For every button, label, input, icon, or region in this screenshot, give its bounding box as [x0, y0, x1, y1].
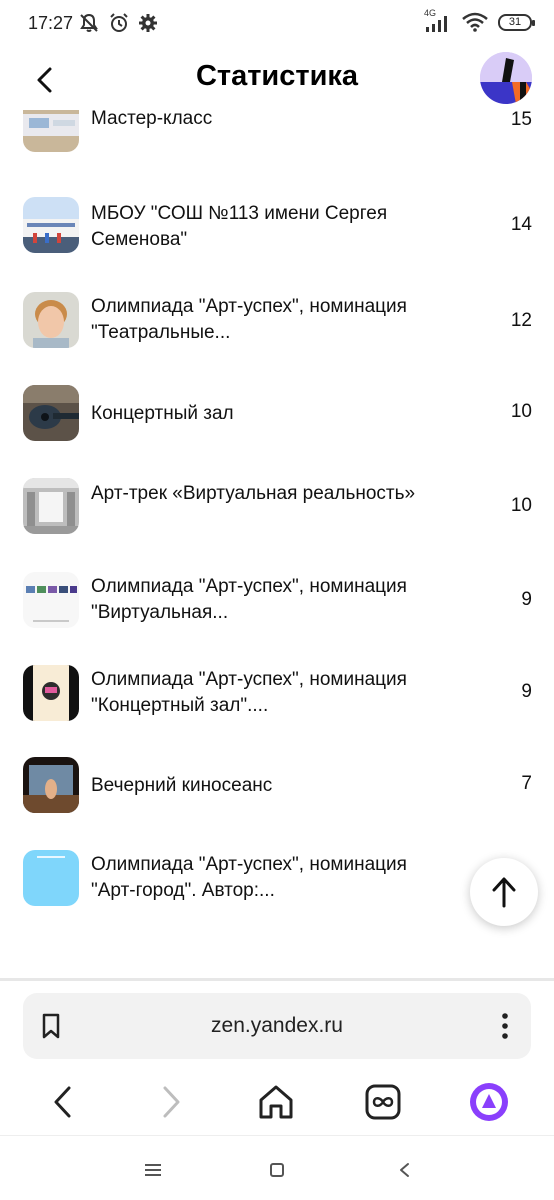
item-view-count: 10	[510, 495, 532, 516]
photo-child-portrait-icon	[23, 292, 79, 348]
photo-blue-card-icon	[23, 850, 79, 906]
browser-menu-button[interactable]	[499, 1011, 511, 1041]
item-view-count: 9	[521, 681, 532, 702]
item-view-count: 10	[510, 401, 532, 422]
status-time: 17:27	[28, 13, 74, 33]
alarm-icon	[110, 13, 128, 32]
item-title: Олимпиада "Арт-успех", номинация "Арт-го…	[91, 854, 407, 901]
cellular-signal-icon: 4G	[422, 8, 452, 32]
list-item[interactable]: Вечерний киносеанс 7	[0, 757, 554, 837]
item-view-count: 9	[521, 589, 532, 610]
item-view-count: 7	[521, 773, 532, 794]
item-view-count: 14	[510, 214, 532, 235]
alice-assistant-button[interactable]	[465, 1078, 513, 1126]
url-text[interactable]: zen.yandex.ru	[23, 1014, 531, 1038]
chevron-left-icon	[54, 1086, 71, 1118]
settings-gear-icon	[139, 14, 157, 32]
chevron-right-icon	[163, 1086, 180, 1118]
system-back-button[interactable]	[390, 1156, 418, 1184]
list-item[interactable]: Олимпиада "Арт-успех", номинация "Концер…	[0, 665, 554, 745]
list-item[interactable]: Мастер-класс 15	[0, 110, 554, 176]
system-navigation-bar	[0, 1135, 554, 1200]
muted-notifications-icon	[80, 13, 98, 32]
square-icon	[270, 1163, 284, 1177]
photo-gallery-grid-icon	[23, 572, 79, 628]
battery-indicator: 31	[498, 13, 535, 31]
triangle-back-icon	[400, 1163, 409, 1177]
status-bar: 17:27 4G 31	[0, 0, 554, 48]
item-title: Олимпиада "Арт-успех", номинация "Концер…	[91, 669, 407, 716]
item-title: Мастер-класс	[91, 110, 213, 129]
list-item[interactable]: Олимпиада "Арт-успех", номинация "Виртуа…	[0, 572, 554, 652]
photo-stage-performance-icon	[23, 757, 79, 813]
browser-tabs-button[interactable]	[359, 1078, 407, 1126]
list-item[interactable]: Концертный зал 10	[0, 385, 554, 465]
browser-back-button[interactable]	[39, 1078, 87, 1126]
item-title: Концертный зал	[91, 403, 234, 424]
list-item[interactable]: Олимпиада "Арт-успех", номинация "Театра…	[0, 292, 554, 372]
list-item[interactable]: МБОУ "СОШ №113 имени Сергея Семенова" 14	[0, 197, 554, 277]
browser-forward-button[interactable]	[147, 1078, 195, 1126]
item-title: Олимпиада "Арт-успех", номинация "Виртуа…	[91, 576, 407, 623]
menu-lines-icon	[145, 1164, 161, 1176]
browser-nav-bar	[0, 1070, 554, 1132]
more-vertical-icon	[502, 1013, 508, 1039]
address-bar[interactable]: zen.yandex.ru	[23, 993, 531, 1059]
item-title: Арт-трек «Виртуальная реальность»	[91, 483, 416, 504]
divider	[0, 978, 554, 981]
system-recents-button[interactable]	[139, 1156, 167, 1184]
item-title: Вечерний киносеанс	[91, 775, 273, 796]
scroll-to-top-button[interactable]	[470, 858, 538, 926]
arrow-up-icon	[492, 877, 516, 908]
statistics-list: Мастер-класс 15 МБОУ "СОШ №113 имени Сер…	[0, 110, 554, 978]
home-icon	[259, 1085, 293, 1119]
page-title: Статистика	[195, 60, 359, 92]
browser-home-button[interactable]	[252, 1078, 300, 1126]
photo-poster-icon	[23, 665, 79, 721]
wifi-icon	[462, 12, 488, 32]
list-item[interactable]: Арт-трек «Виртуальная реальность» 10	[0, 478, 554, 558]
tabs-infinity-icon	[365, 1084, 401, 1120]
photo-school-building-icon	[23, 197, 79, 253]
item-view-count: 15	[510, 110, 532, 130]
photo-guitar-icon	[23, 385, 79, 441]
item-title: Олимпиада "Арт-успех", номинация "Театра…	[91, 296, 407, 343]
app-header: Статистика	[0, 48, 554, 110]
photo-table-icon	[23, 110, 79, 152]
avatar[interactable]	[480, 52, 532, 104]
item-view-count: 12	[510, 310, 532, 331]
item-title: МБОУ "СОШ №113 имени Сергея Семенова"	[91, 203, 388, 250]
photo-hall-interior-icon	[23, 478, 79, 534]
system-home-button[interactable]	[263, 1156, 291, 1184]
alice-voice-assistant-icon	[470, 1083, 508, 1121]
